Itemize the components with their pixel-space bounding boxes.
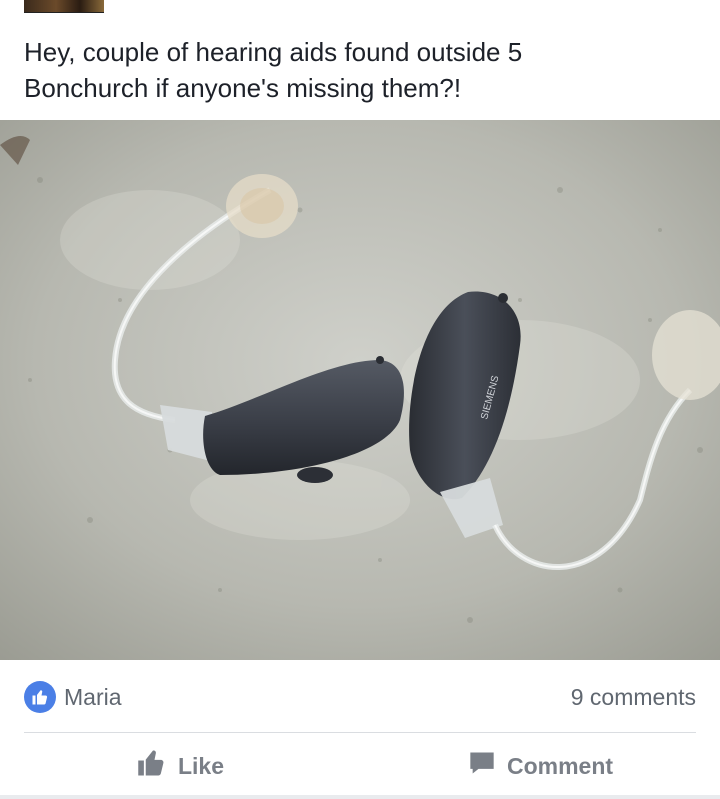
like-reaction-icon	[24, 681, 56, 713]
reactions-bar: Maria 9 comments	[24, 672, 696, 722]
reactions-summary[interactable]: Maria	[24, 681, 122, 713]
action-bar: Like Comment	[0, 740, 720, 792]
hearing-aids-photo: SIEMENS	[0, 120, 720, 660]
comments-count[interactable]: 9 comments	[571, 684, 696, 711]
post-photo[interactable]: SIEMENS	[0, 120, 720, 660]
like-label: Like	[177, 752, 225, 779]
post-text: Hey, couple of hearing aids found outsid…	[24, 37, 523, 103]
comment-icon	[467, 749, 497, 783]
divider	[24, 732, 696, 733]
comment-button[interactable]: Comment	[360, 749, 720, 783]
comment-label: Comment	[506, 752, 614, 779]
thumbs-up-icon	[136, 748, 168, 784]
like-button[interactable]: Like	[0, 748, 360, 784]
reactor-name[interactable]: Maria	[64, 684, 122, 711]
bottom-separator	[0, 795, 720, 799]
poster-avatar[interactable]	[24, 0, 104, 13]
